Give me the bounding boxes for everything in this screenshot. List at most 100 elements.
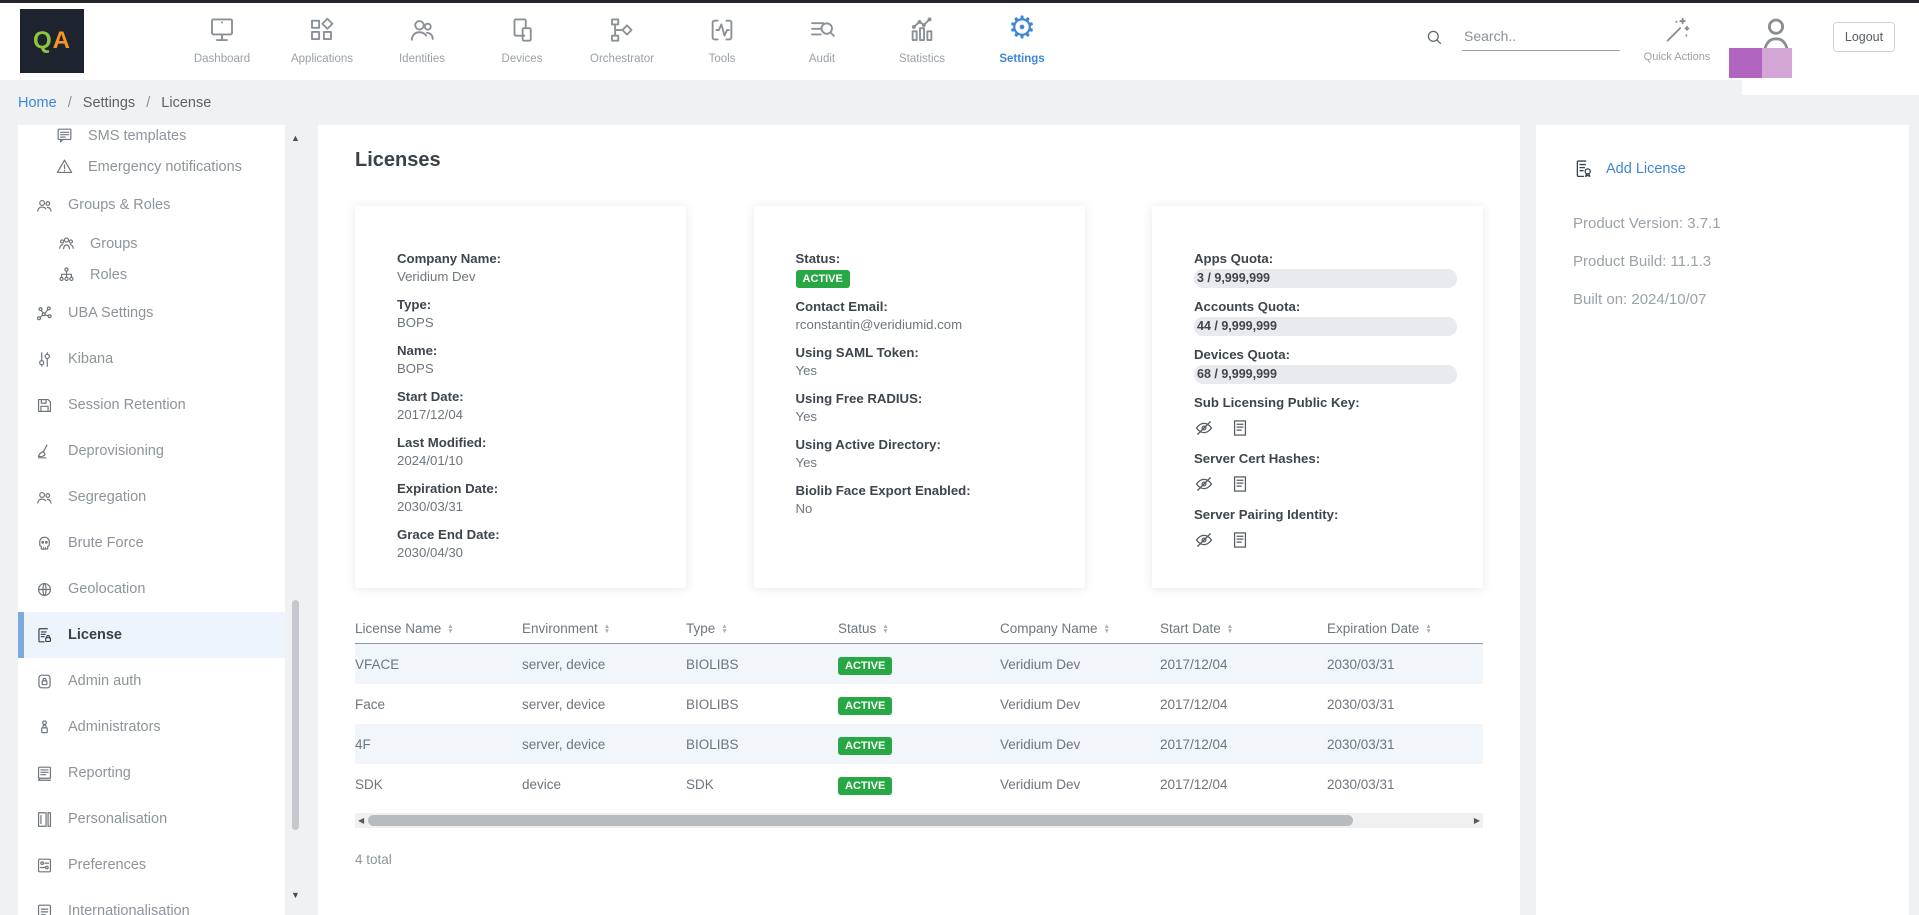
copy-icon[interactable]	[1230, 474, 1250, 494]
field-label: Sub Licensing Public Key:	[1194, 394, 1457, 411]
scroll-right-arrow[interactable]: ▶	[1474, 816, 1480, 825]
sort-icon: ▲▼	[604, 624, 610, 634]
nav-item-settings[interactable]: ⚙ Settings	[972, 11, 1072, 75]
nav-item-audit[interactable]: Audit	[772, 11, 872, 75]
brand-logo[interactable]: QA	[20, 9, 84, 73]
floppy-disk-icon	[35, 396, 54, 415]
top-border	[0, 0, 1919, 3]
sidebar-item-emergency-notifications[interactable]: Emergency notifications	[18, 151, 285, 182]
reveal-eye-off-icon[interactable]	[1194, 418, 1214, 438]
nav-item-devices[interactable]: Devices	[472, 11, 572, 75]
field-value: Yes	[796, 361, 1059, 380]
field-label: Devices Quota:	[1194, 346, 1457, 363]
identities-icon	[407, 15, 437, 45]
audit-icon	[807, 15, 837, 45]
sidebar-item-label: Brute Force	[68, 535, 144, 551]
applications-icon	[307, 15, 337, 45]
report-icon	[35, 764, 54, 783]
sidebar-item-kibana[interactable]: Kibana	[18, 336, 285, 382]
logo-letter-q: Q	[33, 27, 53, 55]
sidebar-item-internationalisation[interactable]: Internationalisation	[18, 888, 285, 915]
breadcrumb-home-link[interactable]: Home	[18, 95, 57, 111]
license-info-card: Company Name:Veridium Dev Type:BOPS Name…	[355, 206, 686, 588]
sidebar-item-license[interactable]: License	[18, 612, 285, 658]
table-row[interactable]: VFACEserver, deviceBIOLIBS ACTIVE Veridi…	[355, 644, 1483, 684]
field-label: Using Active Directory:	[796, 436, 1059, 453]
copy-icon[interactable]	[1230, 530, 1250, 550]
scrollbar-thumb[interactable]	[368, 815, 1353, 826]
nav-item-applications[interactable]: Applications	[272, 11, 372, 75]
sidebar-item-session-retention[interactable]: Session Retention	[18, 382, 285, 428]
copy-icon[interactable]	[1230, 418, 1250, 438]
sidebar-item-personalisation[interactable]: Personalisation	[18, 796, 285, 842]
language-swatch-dark[interactable]	[1729, 48, 1762, 78]
sidebar-item-uba-settings[interactable]: UBA Settings	[18, 290, 285, 336]
nav-item-statistics[interactable]: Statistics	[872, 11, 972, 75]
table-row[interactable]: 4Fserver, deviceBIOLIBS ACTIVE Veridium …	[355, 724, 1483, 764]
language-swatch-light[interactable]	[1762, 48, 1792, 78]
column-header[interactable]: Company Name▲▼	[1000, 621, 1160, 636]
skull-icon	[35, 534, 54, 553]
reveal-eye-off-icon[interactable]	[1194, 530, 1214, 550]
nav-label: Devices	[502, 53, 543, 65]
column-header[interactable]: Type▲▼	[686, 621, 838, 636]
quick-actions-label: Quick Actions	[1644, 51, 1711, 63]
column-header[interactable]: License Name▲▼	[355, 621, 522, 636]
sidebar-scrollbar-thumb[interactable]	[292, 600, 299, 830]
sidebar-item-label: Deprovisioning	[68, 443, 164, 459]
sidebar-item-preferences[interactable]: Preferences	[18, 842, 285, 888]
nav-label: Statistics	[899, 53, 945, 65]
product-version: Product Version: 3.7.1	[1573, 215, 1909, 232]
field-label: Server Pairing Identity:	[1194, 506, 1457, 523]
top-bar: QA Dashboard Applications Identities Dev…	[0, 3, 1919, 80]
license-icon	[35, 626, 54, 645]
column-header[interactable]: Environment▲▼	[522, 621, 686, 636]
column-header[interactable]: Expiration Date▲▼	[1327, 621, 1483, 636]
sidebar-item-administrators[interactable]: Administrators	[18, 704, 285, 750]
quick-actions-button[interactable]: Quick Actions	[1642, 15, 1712, 63]
statistics-icon	[907, 15, 937, 45]
field-label: Type:	[397, 296, 660, 313]
field-label: Status:	[796, 250, 1059, 267]
sidebar-item-label: Internationalisation	[68, 903, 190, 915]
sidebar-item-groups-roles[interactable]: Groups & Roles	[18, 182, 285, 228]
sidebar-item-sms-templates[interactable]: SMS templates	[18, 125, 285, 151]
sidebar-scroll-up-arrow[interactable]: ▲	[291, 133, 300, 143]
reveal-eye-off-icon[interactable]	[1194, 474, 1214, 494]
product-info: Product Version: 3.7.1 Product Build: 11…	[1573, 215, 1909, 308]
column-header[interactable]: Status▲▼	[838, 621, 1000, 636]
search-input[interactable]	[1462, 25, 1620, 51]
nav-item-orchestrator[interactable]: Orchestrator	[572, 11, 672, 75]
nav-item-dashboard[interactable]: Dashboard	[172, 11, 272, 75]
sidebar-item-groups[interactable]: Groups	[18, 228, 285, 259]
logout-button[interactable]: Logout	[1833, 22, 1895, 52]
table-horizontal-scrollbar[interactable]: ◀ ▶	[355, 813, 1483, 828]
two-people-icon	[35, 488, 54, 507]
column-header[interactable]: Start Date▲▼	[1160, 621, 1327, 636]
sidebar-item-segregation[interactable]: Segregation	[18, 474, 285, 520]
sort-icon: ▲▼	[447, 624, 453, 634]
actions-panel: Add License Product Version: 3.7.1 Produ…	[1536, 125, 1909, 915]
field-label: Contact Email:	[796, 298, 1059, 315]
field-label: Expiration Date:	[397, 480, 660, 497]
add-license-button[interactable]: Add License	[1573, 158, 1909, 179]
search-icon[interactable]	[1425, 28, 1444, 47]
nav-item-tools[interactable]: Tools	[672, 11, 772, 75]
sidebar-scroll-down-arrow[interactable]: ▼	[291, 890, 300, 900]
nav-item-identities[interactable]: Identities	[372, 11, 472, 75]
sidebar-item-label: License	[68, 627, 122, 643]
sidebar-item-reporting[interactable]: Reporting	[18, 750, 285, 796]
scroll-left-arrow[interactable]: ◀	[358, 816, 364, 825]
sidebar-item-brute-force[interactable]: Brute Force	[18, 520, 285, 566]
sidebar-item-deprovisioning[interactable]: Deprovisioning	[18, 428, 285, 474]
sidebar-item-roles[interactable]: Roles	[18, 259, 285, 290]
table-row[interactable]: SDKdeviceSDK ACTIVE Veridium Dev2017/12/…	[355, 764, 1483, 804]
field-value: 2030/04/30	[397, 543, 660, 562]
sidebar-item-admin-auth[interactable]: Admin auth	[18, 658, 285, 704]
field-label: Last Modified:	[397, 434, 660, 451]
sidebar-item-geolocation[interactable]: Geolocation	[18, 566, 285, 612]
add-license-icon	[1573, 158, 1594, 179]
hierarchy-icon	[57, 265, 76, 284]
table-row[interactable]: Faceserver, deviceBIOLIBS ACTIVE Veridiu…	[355, 684, 1483, 724]
breadcrumb-settings: Settings	[83, 95, 135, 111]
